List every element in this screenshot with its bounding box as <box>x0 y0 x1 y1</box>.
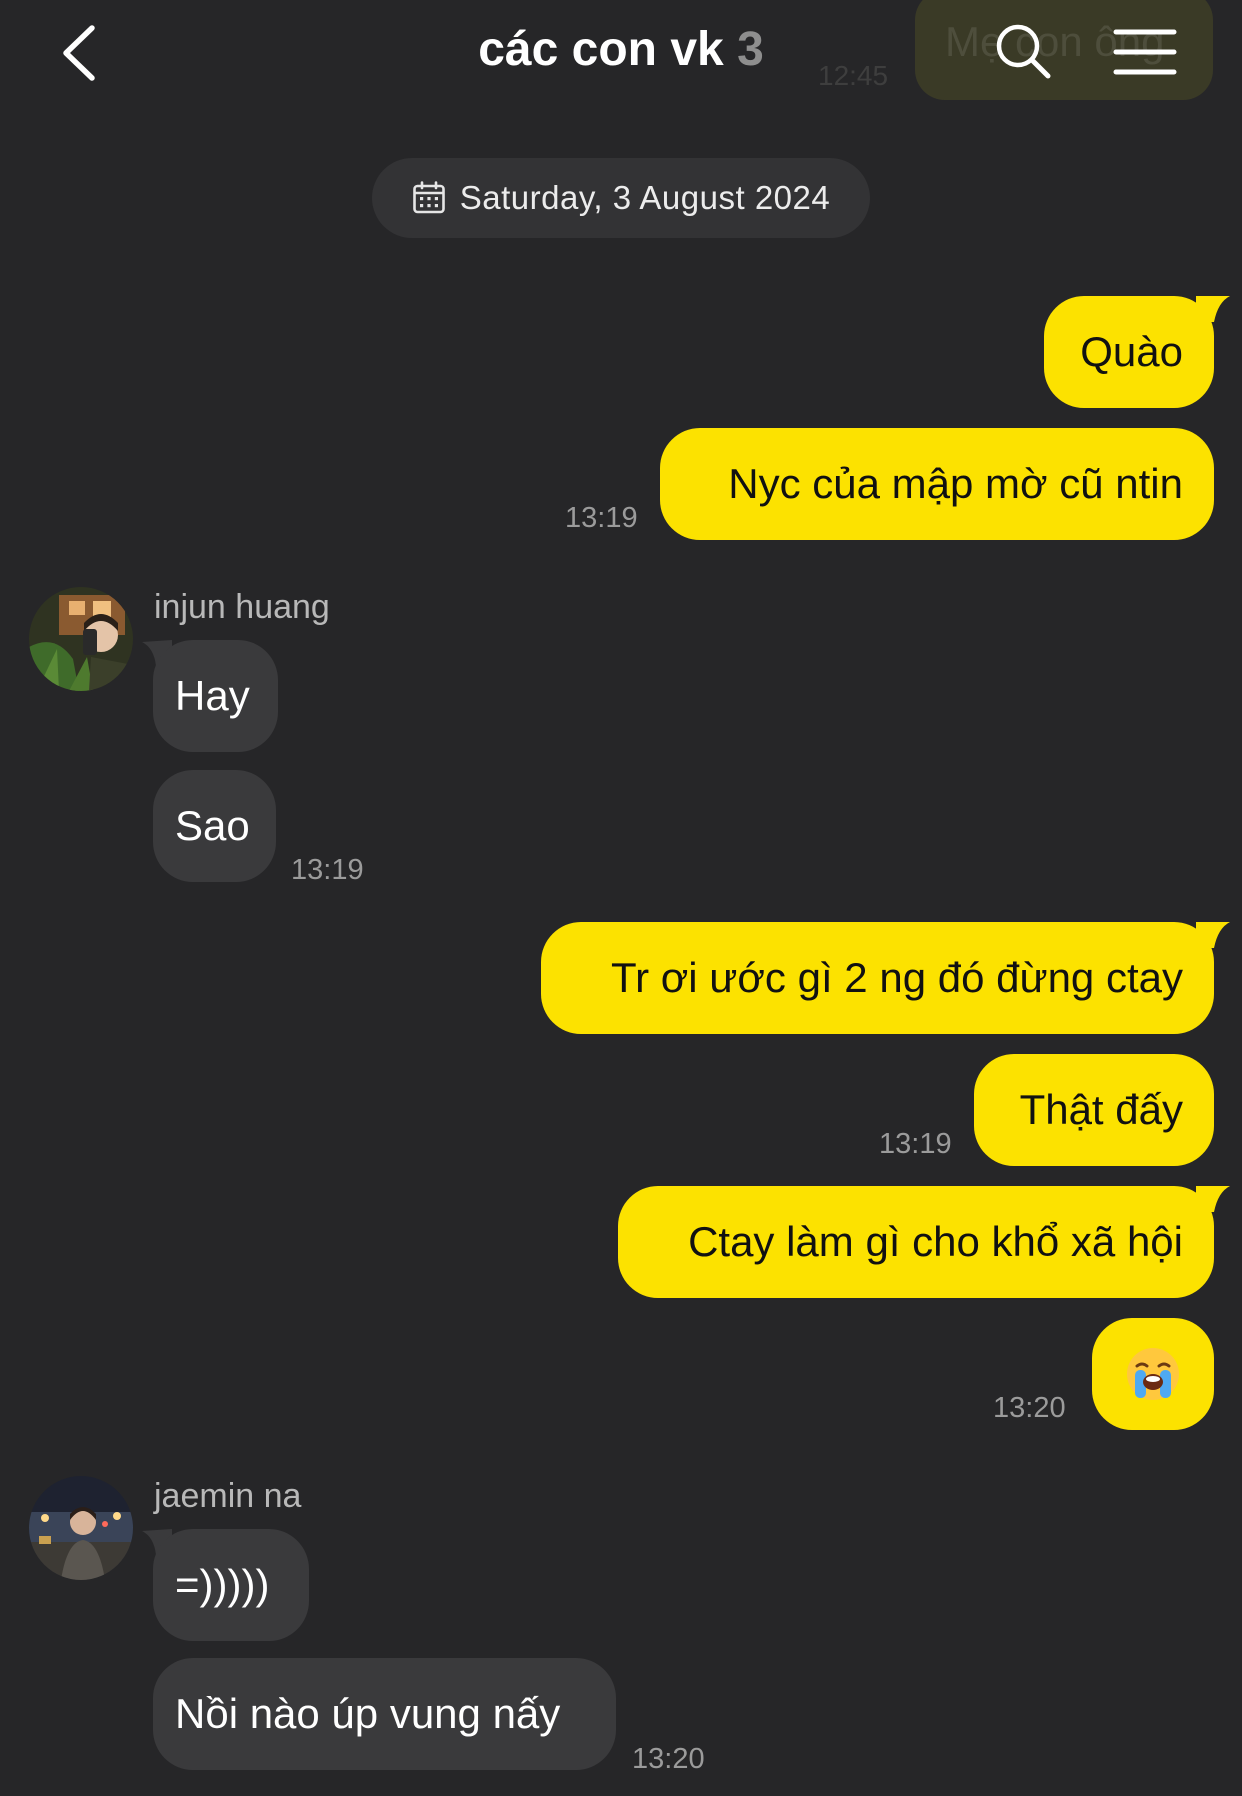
avatar[interactable] <box>29 587 133 691</box>
incoming-message-bubble[interactable]: Nồi nào úp vung nấy <box>153 1658 616 1770</box>
outgoing-message-bubble[interactable]: Nyc của mập mờ cũ ntin <box>660 428 1214 540</box>
sender-name: jaemin na <box>154 1477 302 1515</box>
outgoing-message-bubble[interactable]: Quào <box>1044 296 1214 408</box>
chat-title[interactable]: các con vk 3 <box>0 22 1242 77</box>
member-count: 3 <box>737 23 764 76</box>
outgoing-message-bubble[interactable] <box>1092 1318 1214 1430</box>
message-time: 13:20 <box>993 1392 1066 1424</box>
message-time: 13:19 <box>291 854 364 886</box>
search-button[interactable] <box>994 20 1054 84</box>
jaemin-na-avatar-image <box>29 1476 133 1580</box>
message-text: Sao <box>175 802 250 849</box>
search-icon <box>996 24 1051 79</box>
message-text: Nồi nào úp vung nấy <box>175 1690 561 1737</box>
message-text: Hay <box>175 672 250 719</box>
outgoing-message-bubble[interactable]: Ctay làm gì cho khổ xã hội <box>618 1186 1214 1298</box>
menu-button[interactable] <box>1112 24 1178 80</box>
message-time: 13:19 <box>565 502 638 534</box>
bubble-tail <box>1196 296 1230 322</box>
bubble-tail <box>1196 922 1230 948</box>
message-text: Quào <box>1080 328 1183 375</box>
calendar-icon <box>412 181 445 214</box>
message-text: Nyc của mập mờ cũ ntin <box>728 460 1183 507</box>
loudly-crying-face-icon <box>1127 1348 1179 1400</box>
date-label: Saturday, 3 August 2024 <box>459 179 831 216</box>
bubble-tail <box>1196 1186 1230 1212</box>
message-text: Tr ơi ước gì 2 ng đó đừng ctay <box>610 954 1183 1001</box>
chat-title-text: các con vk <box>478 23 724 76</box>
incoming-message-bubble[interactable]: =))))) <box>153 1529 309 1641</box>
message-time: 13:20 <box>632 1743 705 1775</box>
menu-icon <box>1113 29 1177 75</box>
chat-header: Mẹ con ông 12:45 các con vk 3 <box>0 0 1242 110</box>
date-divider: Saturday, 3 August 2024 <box>372 158 870 238</box>
incoming-message-bubble[interactable]: Sao <box>153 770 276 882</box>
outgoing-message-bubble[interactable]: Tr ơi ước gì 2 ng đó đừng ctay <box>541 922 1214 1034</box>
message-time: 13:19 <box>879 1128 952 1160</box>
avatar[interactable] <box>29 1476 133 1580</box>
sender-name: injun huang <box>154 588 330 626</box>
message-text: Ctay làm gì cho khổ xã hội <box>688 1218 1183 1265</box>
outgoing-message-bubble[interactable]: Thật đấy <box>974 1054 1214 1166</box>
incoming-message-bubble[interactable]: Hay <box>153 640 278 752</box>
injun-huang-avatar-image <box>29 587 133 691</box>
message-text: =))))) <box>175 1561 270 1608</box>
message-text: Thật đấy <box>1019 1086 1183 1133</box>
